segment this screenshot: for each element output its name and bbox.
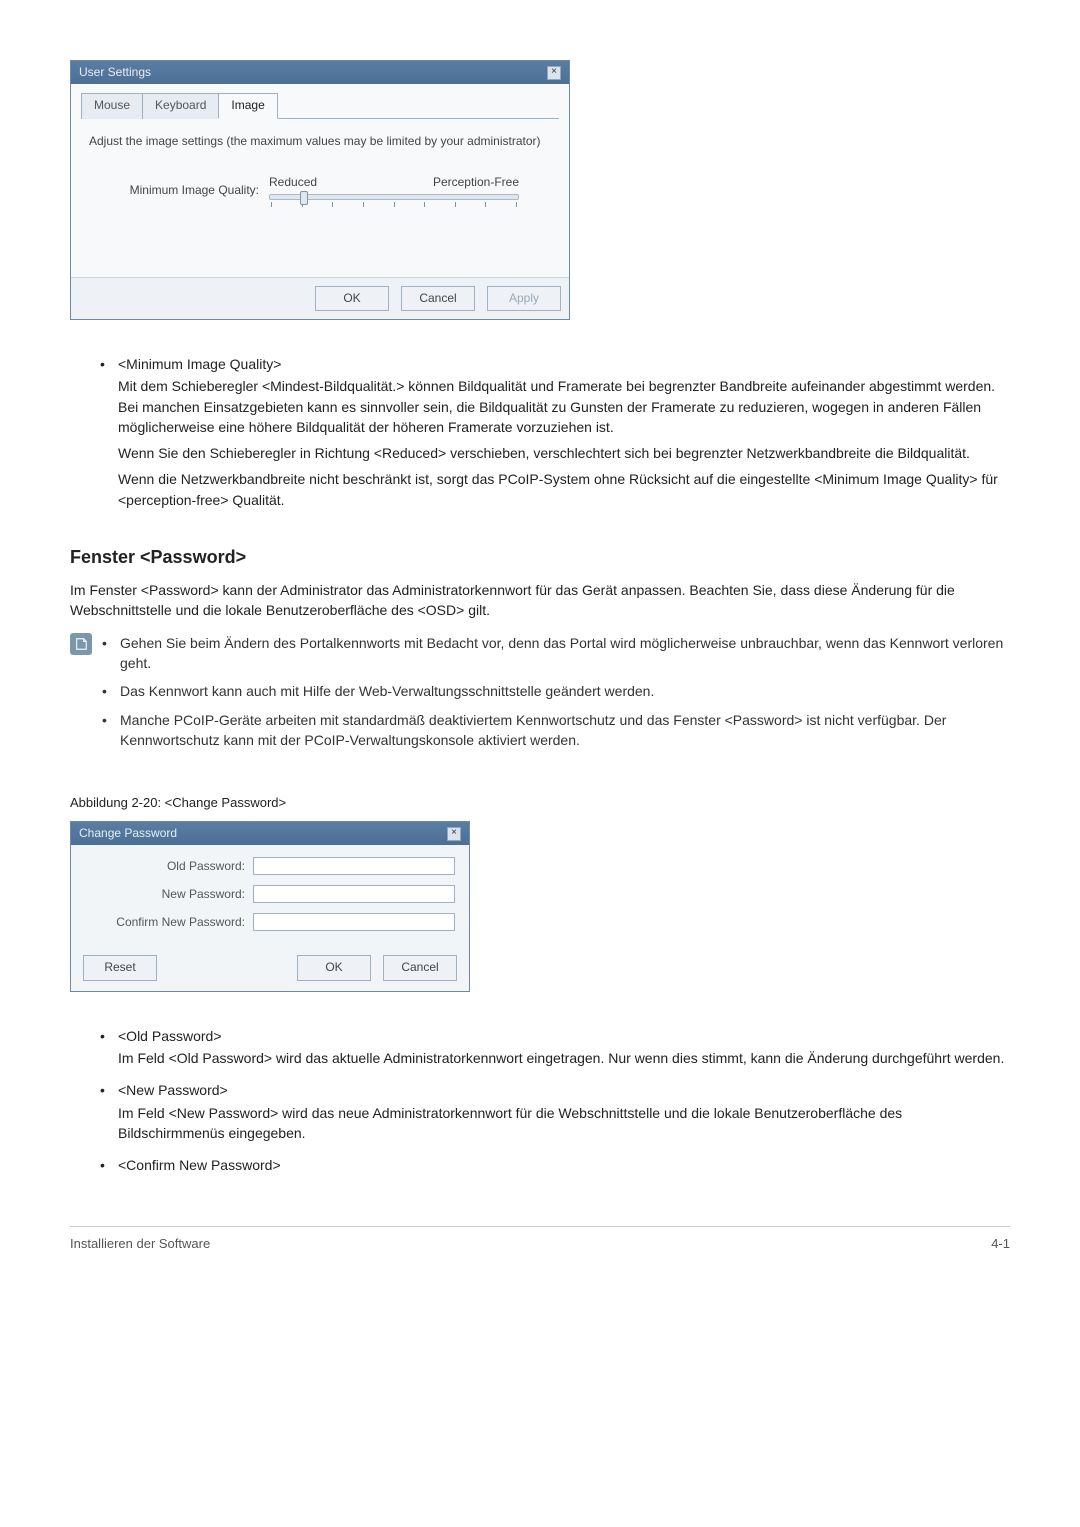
tab-image[interactable]: Image — [218, 93, 277, 118]
ok-button[interactable]: OK — [297, 955, 371, 980]
tab-keyboard[interactable]: Keyboard — [142, 93, 219, 118]
change-password-titlebar: Change Password × — [71, 822, 469, 845]
min-image-quality-label: Minimum Image Quality: — [89, 182, 259, 199]
note-list: Gehen Sie beim Ändern des Portalkennwort… — [102, 633, 1010, 758]
user-settings-title: User Settings — [79, 64, 151, 81]
list-item: Manche PCoIP-Geräte arbeiten mit standar… — [102, 710, 1010, 751]
slider-track[interactable] — [269, 194, 519, 200]
close-icon[interactable]: × — [447, 827, 461, 841]
footer-right: 4-1 — [991, 1235, 1010, 1254]
list-item: Das Kennwort kann auch mit Hilfe der Web… — [102, 681, 1010, 701]
list-item: <Minimum Image Quality> Mit dem Schieber… — [100, 354, 1010, 510]
figure-caption: Abbildung 2-20: <Change Password> — [70, 794, 1010, 813]
password-section-heading: Fenster <Password> — [70, 544, 1010, 570]
cancel-button[interactable]: Cancel — [383, 955, 457, 980]
slider-max-label: Perception-Free — [433, 174, 519, 191]
old-password-field[interactable] — [253, 857, 455, 875]
note-icon — [70, 633, 92, 655]
slider-min-label: Reduced — [269, 174, 317, 191]
slider-thumb[interactable] — [300, 191, 308, 205]
password-bullets: <Old Password> Im Feld <Old Password> wi… — [100, 1026, 1010, 1176]
list-item: Gehen Sie beim Ändern des Portalkennwort… — [102, 633, 1010, 674]
tab-mouse[interactable]: Mouse — [81, 93, 143, 118]
cancel-button[interactable]: Cancel — [401, 286, 475, 311]
reset-button[interactable]: Reset — [83, 955, 157, 980]
close-icon[interactable]: × — [547, 66, 561, 80]
image-quality-bullets: <Minimum Image Quality> Mit dem Schieber… — [100, 354, 1010, 510]
bullet-title: <New Password> — [118, 1080, 1010, 1100]
apply-button[interactable]: Apply — [487, 286, 561, 311]
bullet-body: Im Feld <Old Password> wird das aktuelle… — [118, 1048, 1010, 1068]
bullet-title: <Minimum Image Quality> — [118, 354, 1010, 374]
user-settings-titlebar: User Settings × — [71, 61, 569, 84]
new-password-field[interactable] — [253, 885, 455, 903]
bullet-title: <Old Password> — [118, 1026, 1010, 1046]
list-item: <Old Password> Im Feld <Old Password> wi… — [100, 1026, 1010, 1069]
bullet-body: Im Feld <New Password> wird das neue Adm… — [118, 1103, 1010, 1144]
confirm-password-field[interactable] — [253, 913, 455, 931]
page-footer: Installieren der Software 4-1 — [70, 1226, 1010, 1254]
new-password-label: New Password: — [85, 886, 245, 903]
password-section-lead: Im Fenster <Password> kann der Administr… — [70, 580, 1010, 621]
dialog-button-row: OK Cancel Apply — [71, 277, 569, 319]
tabs: Mouse Keyboard Image — [81, 92, 559, 118]
bullet-title: <Confirm New Password> — [118, 1155, 1010, 1175]
change-password-window: Change Password × Old Password: New Pass… — [70, 821, 470, 992]
image-settings-description: Adjust the image settings (the maximum v… — [89, 133, 551, 150]
old-password-label: Old Password: — [85, 858, 245, 875]
confirm-password-label: Confirm New Password: — [85, 914, 245, 931]
list-item: <New Password> Im Feld <New Password> wi… — [100, 1080, 1010, 1143]
min-image-quality-slider[interactable]: Reduced Perception-Free — [269, 174, 519, 206]
change-password-title: Change Password — [79, 825, 177, 842]
ok-button[interactable]: OK — [315, 286, 389, 311]
user-settings-window: User Settings × Mouse Keyboard Image Adj… — [70, 60, 570, 320]
bullet-body: Mit dem Schieberegler <Mindest-Bildquali… — [118, 376, 1010, 510]
note-block: Gehen Sie beim Ändern des Portalkennwort… — [70, 633, 1010, 758]
footer-left: Installieren der Software — [70, 1235, 210, 1254]
list-item: <Confirm New Password> — [100, 1155, 1010, 1175]
